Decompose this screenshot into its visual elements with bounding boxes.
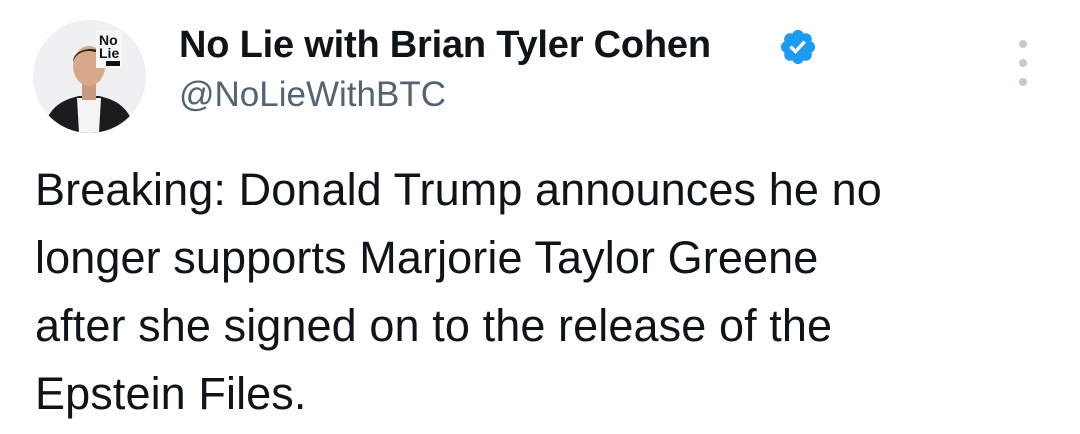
tweet-text-line: after she signed on to the release of th… <box>35 300 833 351</box>
avatar-image: No Lie <box>33 20 146 133</box>
more-dot <box>1019 78 1027 86</box>
more-dot <box>1019 59 1027 67</box>
tweet-text: Breaking: Donald Trump announces he no l… <box>35 156 1045 428</box>
more-dot <box>1019 40 1027 48</box>
tweet-text-line: Epstein Files. <box>35 368 307 419</box>
tweet-card: No Lie No Lie with Brian Tyler Cohen @No… <box>0 0 1080 434</box>
avatar-logo-text-2: Lie <box>99 45 119 61</box>
author-handle[interactable]: @NoLieWithBTC <box>179 73 446 117</box>
tweet-text-line: Breaking: Donald Trump announces he no <box>35 164 882 215</box>
tweet-text-line: longer supports Marjorie Taylor Greene <box>35 232 819 283</box>
author-display-name[interactable]: No Lie with Brian Tyler Cohen <box>179 22 711 68</box>
avatar[interactable]: No Lie <box>33 20 146 133</box>
more-options-icon[interactable] <box>1010 40 1036 86</box>
verified-badge-icon <box>780 29 816 65</box>
